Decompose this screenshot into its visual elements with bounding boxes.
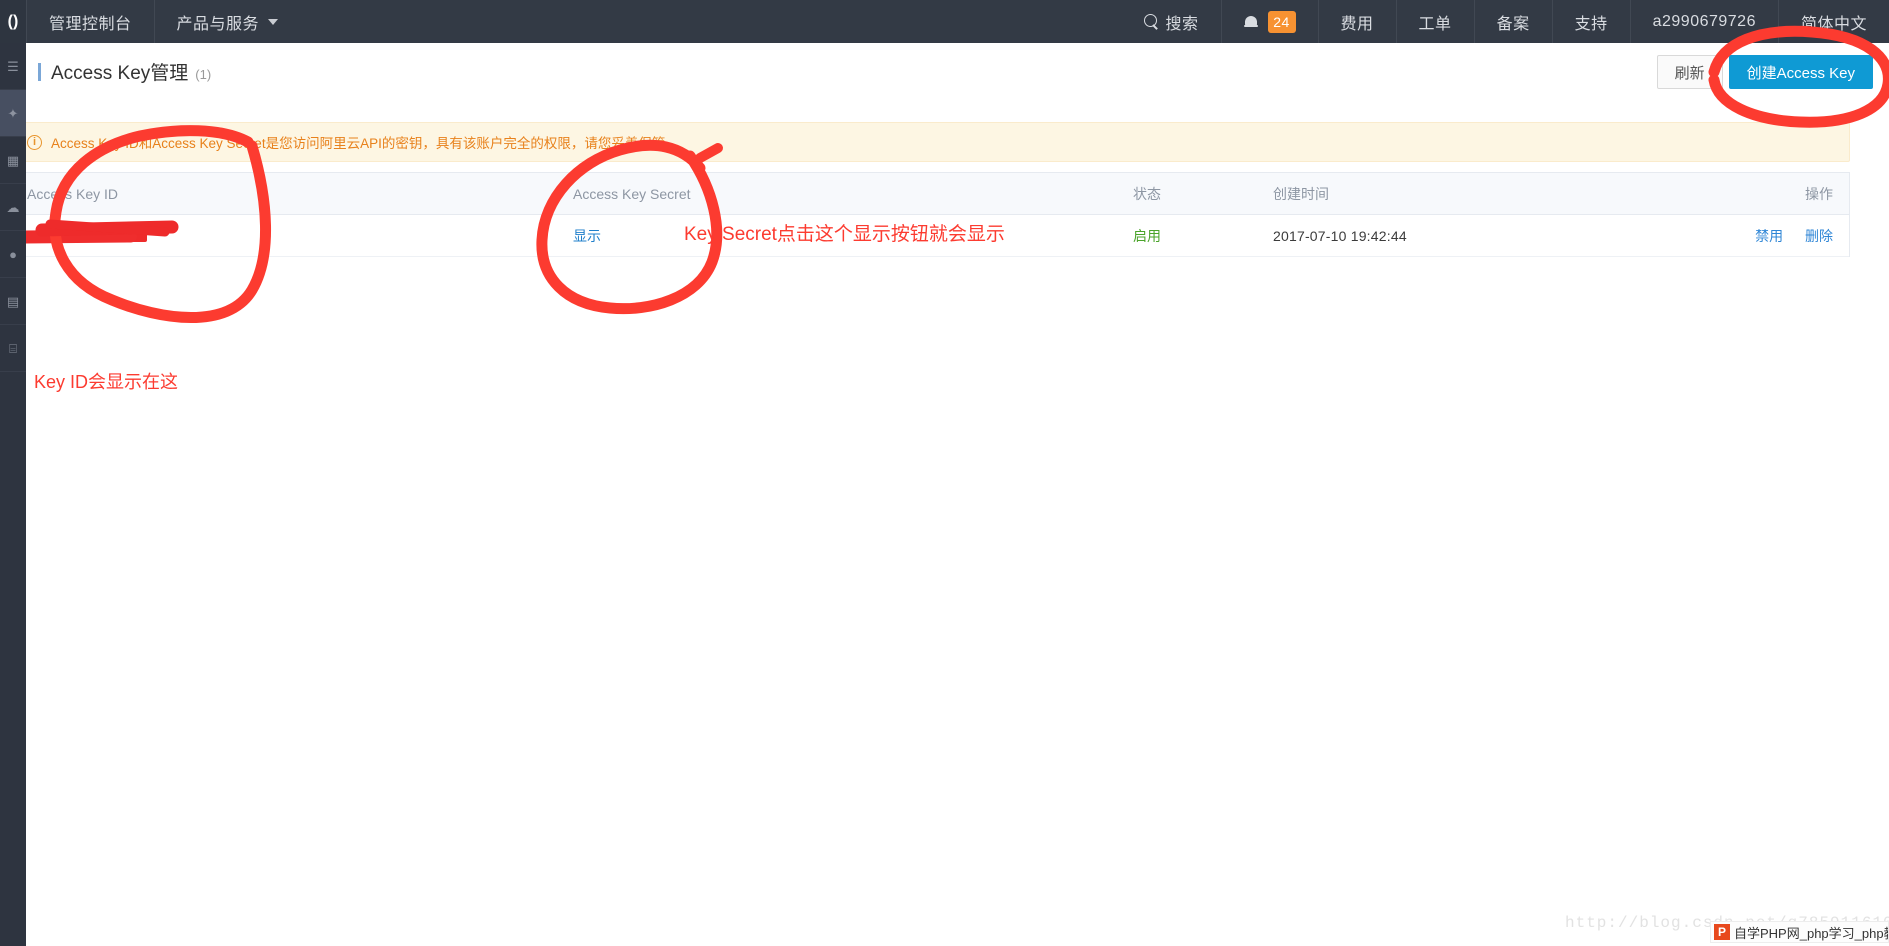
nav-item-label: 费用	[1340, 15, 1374, 33]
column-header-status: 状态	[1133, 185, 1161, 202]
delete-key-link[interactable]: 删除	[1805, 228, 1833, 244]
nav-item-support[interactable]: 支持	[1551, 0, 1630, 43]
column-header-access-key-secret: Access Key Secret	[573, 185, 691, 202]
show-secret-link[interactable]: 显示	[573, 228, 601, 244]
nav-item-tickets[interactable]: 工单	[1395, 0, 1474, 43]
nav-products-and-services[interactable]: 产品与服务	[153, 0, 301, 43]
sidebar-item-menu[interactable]: ☰	[0, 43, 26, 90]
disable-key-link[interactable]: 禁用	[1755, 228, 1783, 244]
nav-item-label: 工单	[1418, 15, 1452, 33]
nav-management-console-label: 管理控制台	[49, 15, 132, 33]
redacted-access-key-id	[27, 232, 147, 242]
database-icon: ▤	[6, 293, 20, 309]
sidebar-item-database[interactable]: ▤	[0, 278, 26, 325]
top-navigation-bar: () 管理控制台 产品与服务 搜索 24 费用 工单 备案 支持 a299067…	[0, 0, 1889, 43]
nav-search[interactable]: 搜索	[1122, 0, 1221, 43]
nav-item-icp[interactable]: 备案	[1473, 0, 1552, 43]
app-root: () 管理控制台 产品与服务 搜索 24 费用 工单 备案 支持 a299067…	[0, 0, 1889, 946]
cell-status: 启用	[1133, 226, 1273, 246]
nav-management-console[interactable]: 管理控制台	[26, 0, 154, 43]
notification-badge: 24	[1267, 10, 1296, 33]
page-title-text: Access Key管理	[51, 63, 189, 84]
cloud-icon: ☁	[6, 199, 20, 215]
column-header-access-key-id: Access Key ID	[27, 185, 119, 202]
table-row: 显示 启用 2017-07-10 19:42:44 禁用 删除	[13, 215, 1849, 257]
aliyun-logo[interactable]: ()	[0, 0, 26, 43]
left-sidebar: ☰ ✦ ▦ ☁ ● ▤ ⌸	[0, 43, 26, 946]
table-header-row: Access Key ID Access Key Secret 状态 创建时间 …	[13, 173, 1849, 215]
security-alert-text: Access Key ID和Access Key Secret是您访问阿里云AP…	[51, 136, 679, 151]
nav-item-label: 备案	[1496, 15, 1530, 33]
nav-item-account[interactable]: a2990679726	[1629, 0, 1778, 43]
status-badge: 启用	[1133, 227, 1161, 244]
column-header-created-at: 创建时间	[1273, 185, 1329, 202]
watermark-site-badge: P 自学PHP网_php学习_php教程	[1710, 921, 1889, 943]
chevron-down-icon	[268, 18, 279, 25]
nav-item-label: 支持	[1574, 15, 1608, 33]
info-circle-icon: i	[27, 134, 42, 150]
search-icon	[1143, 14, 1159, 29]
nav-item-billing[interactable]: 费用	[1317, 0, 1396, 43]
cell-created-at: 2017-07-10 19:42:44	[1273, 228, 1633, 244]
column-header-operation: 操作	[1805, 185, 1833, 202]
pin-icon: ✦	[7, 105, 19, 121]
page-title: Access Key管理 (1)	[38, 58, 211, 85]
nav-item-label: a2990679726	[1652, 12, 1756, 30]
nav-notifications[interactable]: 24	[1220, 0, 1318, 43]
title-accent-bar	[38, 63, 41, 81]
nav-search-label: 搜索	[1165, 15, 1199, 33]
menu-icon: ☰	[7, 58, 19, 74]
created-at-value: 2017-07-10 19:42:44	[1273, 227, 1407, 244]
grid-icon: ▦	[6, 152, 20, 168]
sidebar-item-cloud[interactable]: ☁	[0, 184, 26, 231]
cell-operations: 禁用 删除	[1633, 226, 1849, 246]
bell-icon	[1243, 14, 1258, 30]
disk-icon: ●	[9, 246, 17, 262]
sidebar-item-grid[interactable]: ▦	[0, 137, 26, 184]
network-icon: ⌸	[9, 340, 17, 356]
nav-products-label: 产品与服务	[176, 15, 260, 33]
page-title-count: (1)	[195, 67, 212, 82]
page-header: Access Key管理 (1) 刷新 创建Access Key	[26, 43, 1889, 101]
security-alert-banner: i Access Key ID和Access Key Secret是您访问阿里云…	[12, 122, 1850, 162]
create-access-key-button[interactable]: 创建Access Key	[1728, 55, 1873, 89]
page-header-actions: 刷新 创建Access Key	[1656, 55, 1873, 89]
site-logo-icon: P	[1714, 924, 1730, 940]
refresh-button[interactable]: 刷新	[1656, 55, 1723, 89]
sidebar-item-network[interactable]: ⌸	[0, 325, 26, 372]
access-key-table: Access Key ID Access Key Secret 状态 创建时间 …	[12, 172, 1850, 257]
cell-access-key-secret: 显示	[573, 226, 1133, 246]
sidebar-item-pinned[interactable]: ✦	[0, 90, 26, 137]
nav-item-language[interactable]: 简体中文	[1777, 0, 1889, 43]
nav-item-label: 简体中文	[1800, 15, 1867, 33]
cell-access-key-id	[13, 228, 573, 244]
sidebar-item-disk[interactable]: ●	[0, 231, 26, 278]
watermark-site-label: 自学PHP网_php学习_php教程	[1734, 925, 1888, 941]
